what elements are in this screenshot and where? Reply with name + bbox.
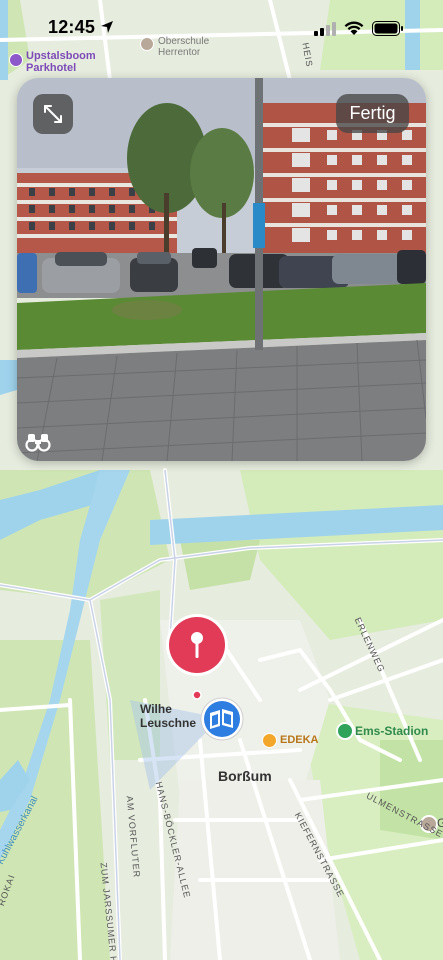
done-button[interactable]: Fertig (336, 94, 409, 133)
look-around-image[interactable] (17, 78, 426, 461)
location-arrow-icon (101, 21, 113, 33)
look-around-marker[interactable] (199, 696, 245, 742)
binoculars-icon[interactable] (25, 432, 51, 452)
status-bar: 12:45 (0, 0, 443, 60)
battery-icon (372, 21, 403, 36)
cellular-signal-icon (314, 22, 336, 36)
edeka-label[interactable]: EDEKA (280, 734, 319, 746)
wifi-icon (344, 21, 364, 35)
edeka-icon[interactable] (262, 733, 277, 748)
expand-button[interactable] (33, 94, 73, 134)
status-time: 12:45 (48, 17, 96, 37)
stadium-icon[interactable] (336, 722, 354, 740)
look-around-panel[interactable]: Fertig (17, 78, 426, 461)
expand-icon (44, 105, 62, 123)
place-pin[interactable] (163, 612, 231, 702)
stadium-label[interactable]: Ems-Stadion (355, 724, 428, 738)
district-label[interactable]: Borßum (218, 768, 272, 784)
